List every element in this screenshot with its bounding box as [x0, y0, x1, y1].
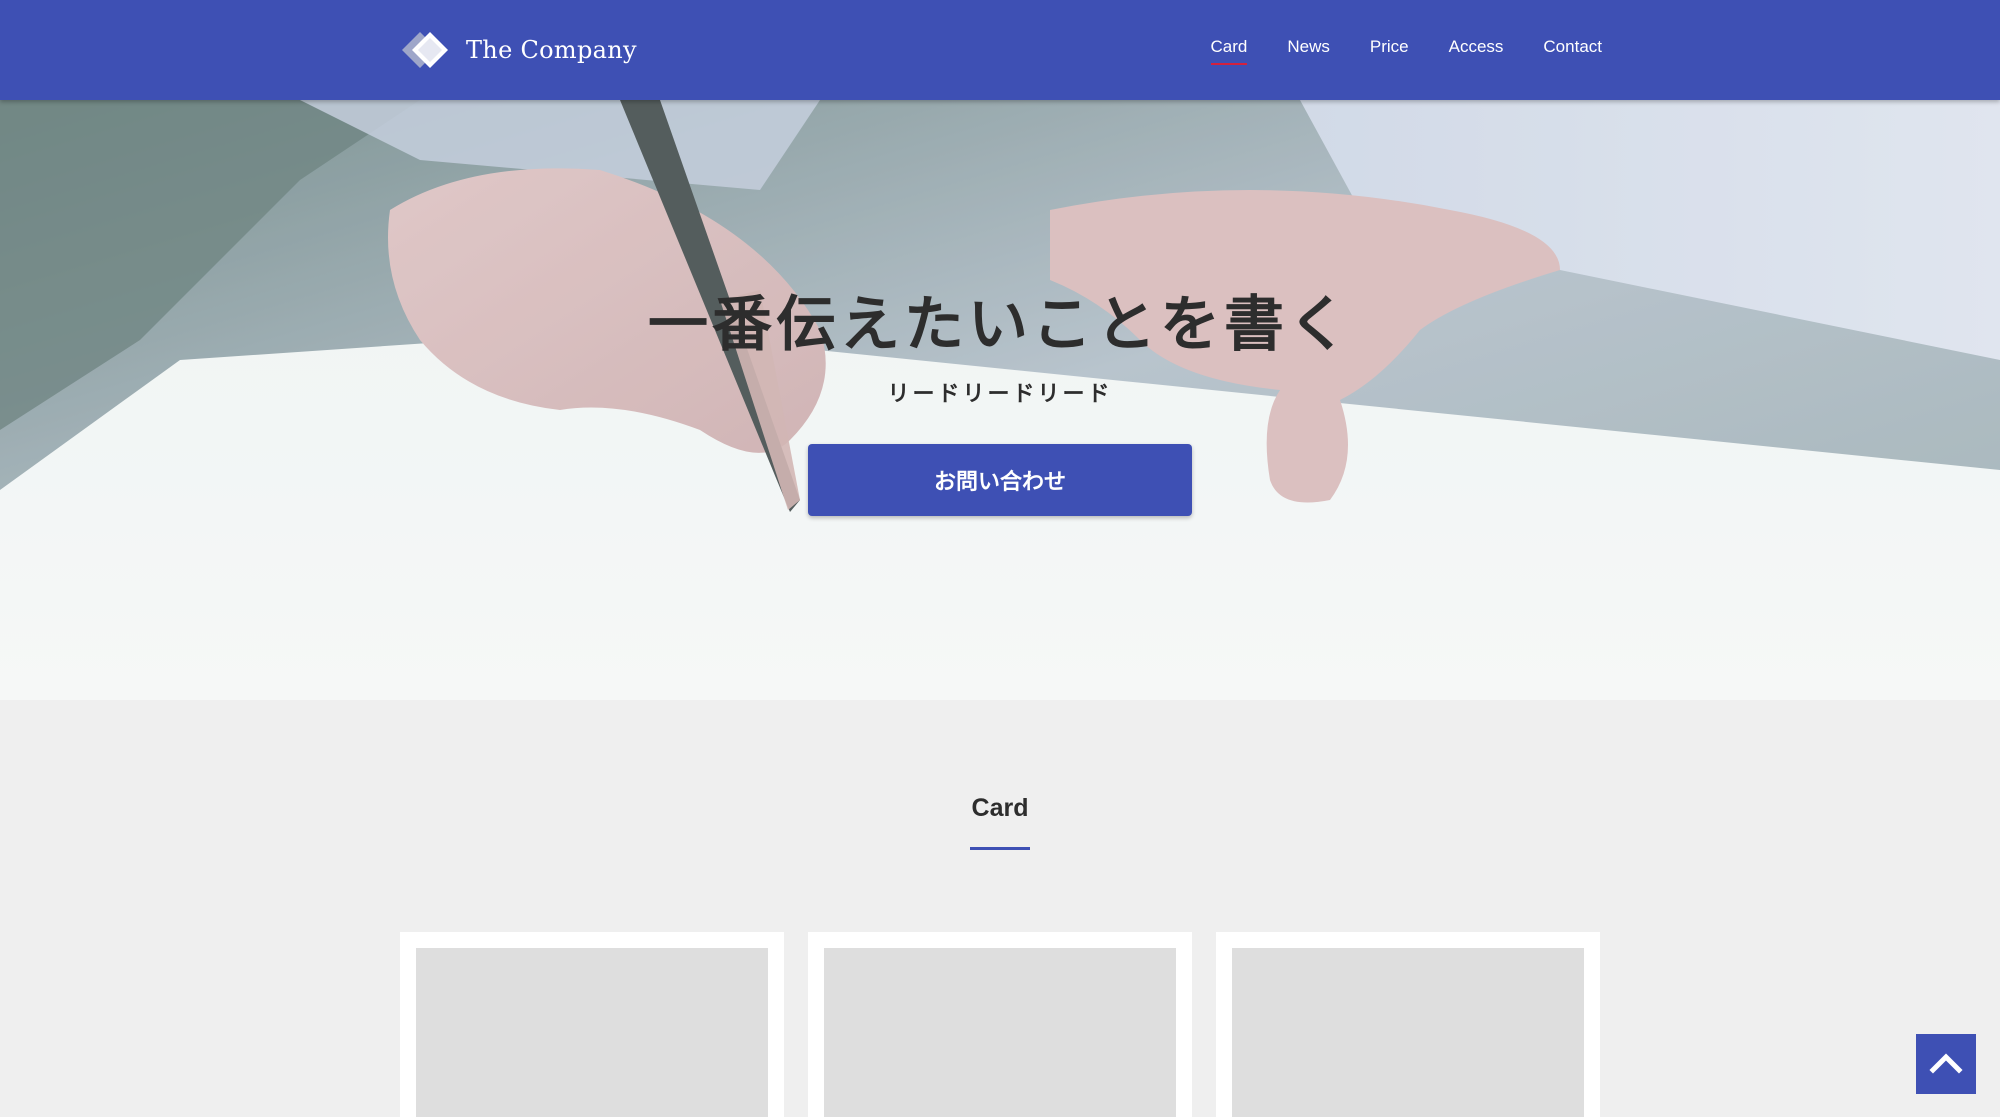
section-title-underline [970, 847, 1030, 850]
card-image-placeholder [824, 948, 1176, 1117]
back-to-top-button[interactable] [1916, 1034, 1976, 1094]
nav-item-access[interactable]: Access [1449, 37, 1504, 63]
hero-title: 一番伝えたいことを書く [648, 290, 1352, 360]
page: The Company Card News Price Access Conta… [0, 0, 2000, 1117]
site-header: The Company Card News Price Access Conta… [0, 0, 2000, 100]
hero-content: 一番伝えたいことを書く リードリードリード お問い合わせ [0, 100, 2000, 700]
nav-item-contact[interactable]: Contact [1543, 37, 1602, 63]
hero-section: 一番伝えたいことを書く リードリードリード お問い合わせ [0, 100, 2000, 700]
card-section-title: Card [971, 794, 1029, 822]
contact-button[interactable]: お問い合わせ [808, 444, 1192, 516]
nav-item-price[interactable]: Price [1370, 37, 1409, 63]
logo-text: The Company [466, 36, 637, 64]
card-image-placeholder [416, 948, 768, 1117]
main-nav: Card News Price Access Contact [1210, 0, 1602, 100]
logo-diamond-icon [400, 28, 456, 72]
nav-item-card[interactable]: Card [1210, 37, 1247, 65]
card-image-placeholder [1232, 948, 1584, 1117]
card[interactable] [1216, 932, 1600, 1117]
chevron-up-icon [1929, 1052, 1963, 1077]
card[interactable] [400, 932, 784, 1117]
card[interactable] [808, 932, 1192, 1117]
nav-item-news[interactable]: News [1287, 37, 1330, 63]
hero-lead: リードリードリード [887, 382, 1113, 407]
site-logo[interactable]: The Company [400, 28, 637, 72]
